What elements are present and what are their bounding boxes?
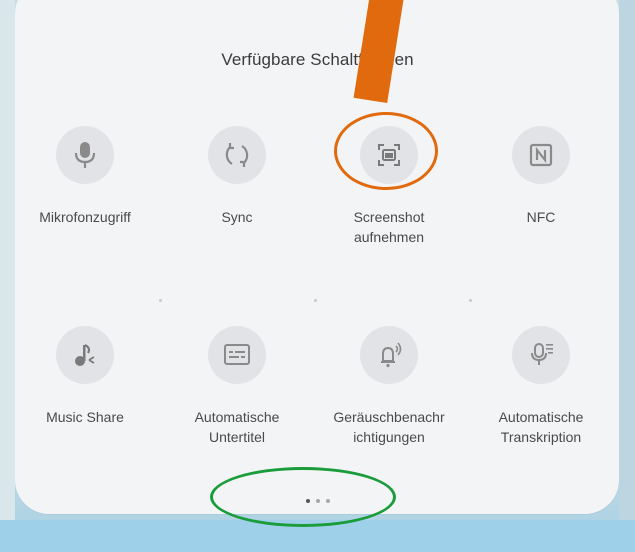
music-share-icon (56, 326, 114, 384)
right-edge (619, 0, 635, 520)
screenshot-highlight-ring (334, 112, 438, 190)
panel-title: Verfügbare Schaltflächen (221, 50, 414, 69)
tile-label: Music Share (46, 409, 124, 425)
tile-label: Sync (221, 209, 253, 225)
tile-microphone-access[interactable]: Mikrofonzugriff (20, 126, 150, 227)
tile-sound-notifications[interactable]: Geräuschbenachr ichtigungen (324, 326, 454, 447)
tile-nfc[interactable]: NFC (476, 126, 606, 227)
microphone-icon (56, 126, 114, 184)
tile-auto-captions[interactable]: Automatische Untertitel (172, 326, 302, 447)
tile-label: Geräuschbenachr ichtigungen (333, 409, 445, 445)
transcription-icon (512, 326, 570, 384)
sound-notification-icon (360, 326, 418, 384)
tile-label: Automatische Transkription (498, 409, 584, 445)
tile-label: Automatische Untertitel (194, 409, 280, 445)
divider-dot (159, 299, 162, 302)
tile-music-share[interactable]: Music Share (20, 326, 150, 427)
pagination-highlight-ring (210, 467, 396, 527)
tile-label: NFC (526, 209, 556, 225)
captions-icon (208, 326, 266, 384)
divider-dot (314, 299, 317, 302)
tile-label: Mikrofonzugriff (39, 209, 131, 225)
sync-icon (208, 126, 266, 184)
tile-sync[interactable]: Sync (172, 126, 302, 227)
nfc-icon (512, 126, 570, 184)
divider-dot (469, 299, 472, 302)
left-edge (0, 0, 15, 520)
tile-label: Screenshot aufnehmen (353, 209, 425, 245)
tile-auto-transcription[interactable]: Automatische Transkription (476, 326, 606, 447)
